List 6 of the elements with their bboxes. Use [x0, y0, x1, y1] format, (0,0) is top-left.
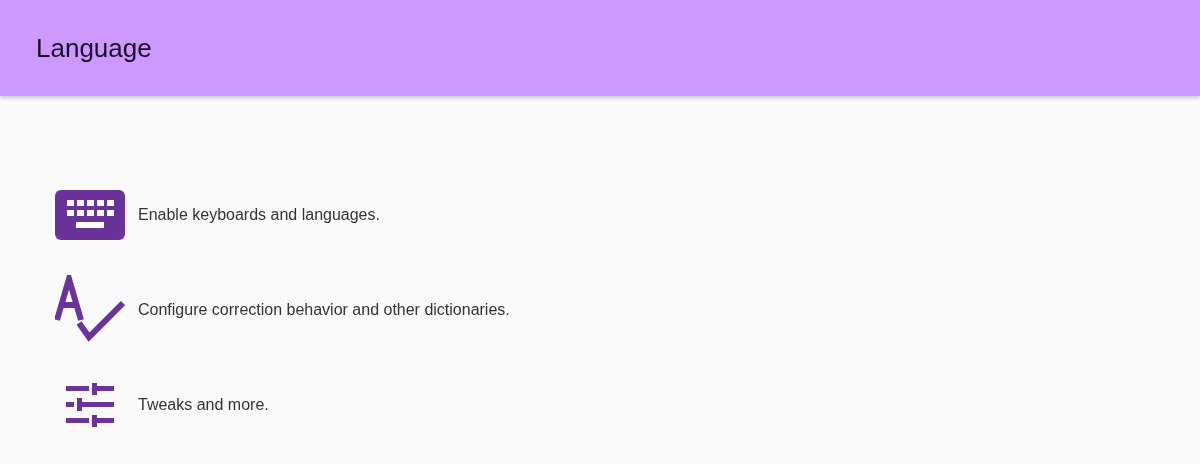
settings-item[interactable]: Tweaks and more.	[138, 396, 269, 414]
settings-item[interactable]: Configure correction behavior and other dictionaries.	[138, 301, 510, 319]
settings-item[interactable]: Enable keyboards and languages.	[138, 206, 380, 224]
page-title: Language	[36, 32, 152, 64]
keyboard-icon	[55, 190, 125, 240]
sliders-icon	[66, 383, 114, 427]
